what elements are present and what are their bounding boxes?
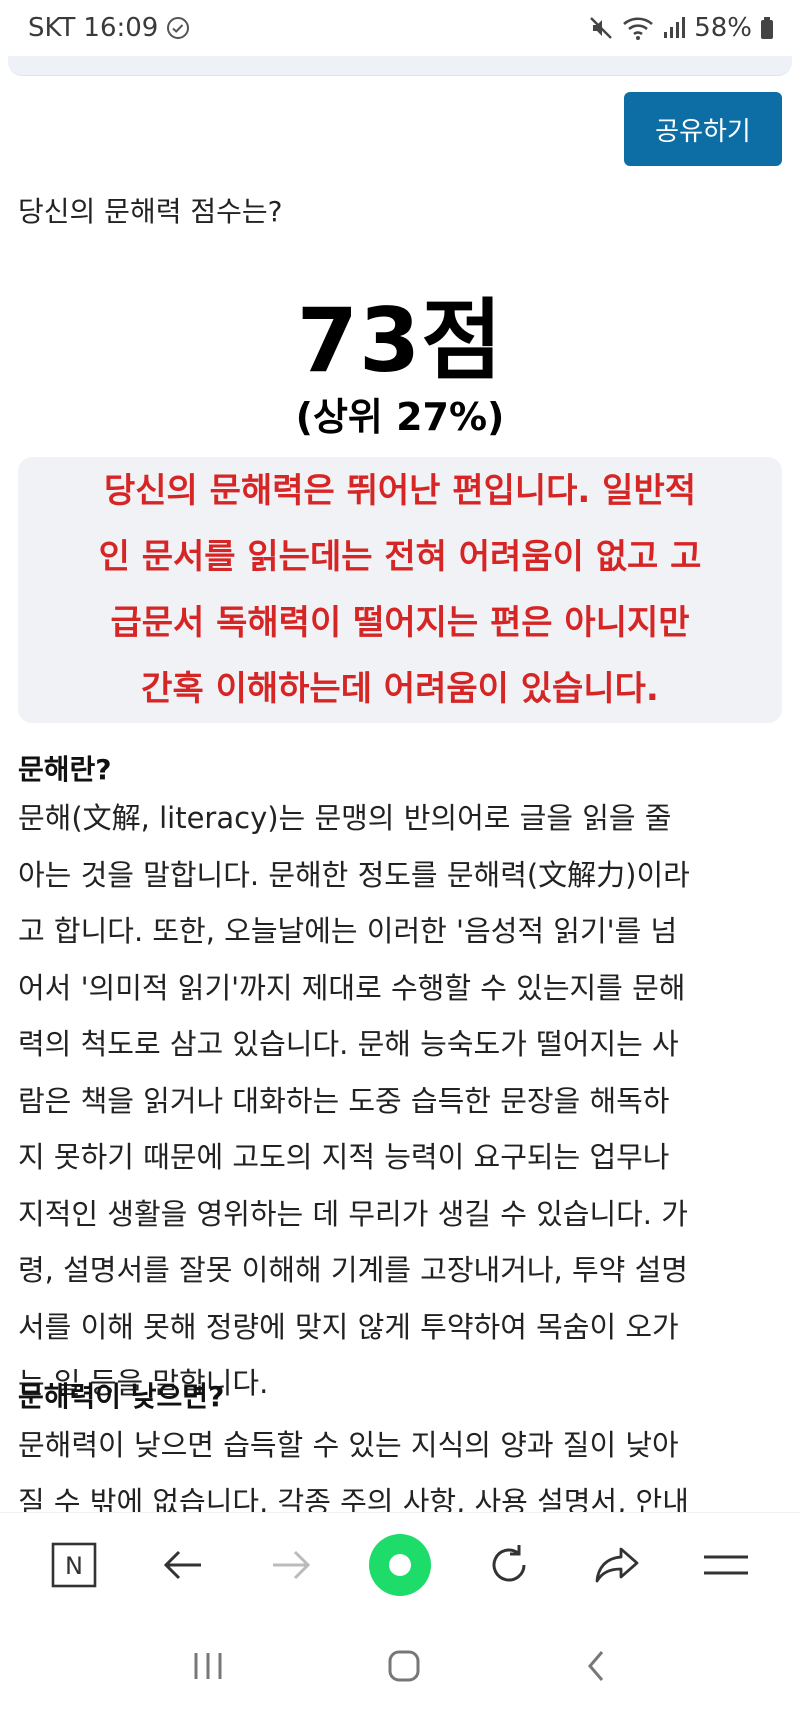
- result-line: 급문서 독해력이 떨어지는 편은 아니지만: [110, 603, 690, 643]
- body-line: 고 합니다. 또한, 오늘날에는 이러한 '음성적 읽기'를 넘: [18, 914, 678, 948]
- home-nav-icon[interactable]: [386, 1648, 422, 1688]
- home-button[interactable]: [368, 1533, 431, 1596]
- result-line: 인 문서를 읽는데는 전혀 어려움이 없고 고: [98, 537, 702, 577]
- section-title-low-literacy: 문해력이 낮으면?: [18, 1380, 225, 1413]
- carrier: SKT: [28, 13, 76, 43]
- body-line: 문해력이 낮으면 습득할 수 있는 지식의 양과 질이 낮아: [18, 1428, 679, 1462]
- body-line: 문해(文解, literacy)는 문맹의 반의어로 글을 읽을 줄: [18, 801, 672, 835]
- share-button[interactable]: 공유하기: [624, 92, 782, 166]
- body-line: 력의 척도로 삼고 있습니다. 문해 능숙도가 떨어지는 사: [18, 1027, 679, 1061]
- body-line: 지적인 생활을 영위하는 데 무리가 생길 수 있습니다. 가: [18, 1196, 688, 1231]
- menu-icon[interactable]: [691, 1530, 761, 1600]
- result-text: 당신의 문해력은 뛰어난 편입니다. 일반적 인 문서를 읽는데는 전혀 어려움…: [99, 458, 702, 722]
- forward-arrow-icon[interactable]: [256, 1530, 326, 1600]
- browser-toolbar: N: [0, 1512, 800, 1616]
- back-arrow-icon[interactable]: [148, 1530, 218, 1600]
- status-right: 58%: [588, 13, 774, 43]
- section-body-literacy: 문해(文解, literacy)는 문맹의 반의어로 글을 읽을 줄 아는 것을…: [18, 790, 786, 1412]
- result-line: 당신의 문해력은 뛰어난 편입니다. 일반적: [103, 471, 697, 511]
- score-value: 73점: [296, 289, 504, 392]
- body-line: 서를 이해 못해 정량에 맞지 않게 투약하여 목숨이 오가: [18, 1309, 679, 1344]
- result-box: 당신의 문해력은 뛰어난 편입니다. 일반적 인 문서를 읽는데는 전혀 어려움…: [18, 457, 782, 723]
- body-line: 람은 책을 읽거나 대화하는 도중 습득한 문장을 해독하: [18, 1083, 670, 1118]
- naver-n-icon[interactable]: N: [39, 1530, 109, 1600]
- body-line: 아는 것을 말합니다. 문해한 정도를 문해력(文解力)이라: [18, 857, 690, 892]
- top-strip: [8, 56, 792, 76]
- body-line: 어서 '의미적 읽기'까지 제대로 수행할 수 있는지를 문해: [18, 970, 686, 1005]
- score-question: 당신의 문해력 점수는?: [18, 195, 283, 228]
- result-line: 간혹 이해하는데 어려움이 있습니다.: [141, 669, 659, 709]
- back-nav-icon[interactable]: [582, 1648, 610, 1688]
- home-dot: [388, 1553, 411, 1576]
- check-circle-icon: [166, 16, 190, 40]
- refresh-icon[interactable]: [474, 1530, 544, 1600]
- clock: 16:09: [83, 13, 159, 43]
- recent-apps-icon[interactable]: [190, 1650, 226, 1686]
- battery-percent: 58%: [694, 13, 752, 43]
- score-rank: (상위 27%): [295, 395, 505, 439]
- android-nav-bar: [0, 1620, 800, 1715]
- status-bar: SKT 16:09 58%: [0, 0, 800, 56]
- mute-icon: [588, 15, 614, 41]
- share-arrow-icon[interactable]: [582, 1530, 652, 1600]
- status-left: SKT 16:09: [28, 13, 190, 43]
- naver-n-label: N: [65, 1552, 83, 1580]
- body-line: 지 못하기 때문에 고도의 지적 능력이 요구되는 업무나: [18, 1140, 670, 1174]
- battery-icon: [760, 16, 774, 40]
- signal-icon: [662, 16, 686, 40]
- section-title-literacy: 문해란?: [18, 753, 112, 786]
- home-icon[interactable]: [365, 1530, 435, 1600]
- wifi-icon: [622, 15, 654, 41]
- body-line: 령, 설명서를 잘못 이해해 기계를 고장내거나, 투약 설명: [18, 1253, 688, 1287]
